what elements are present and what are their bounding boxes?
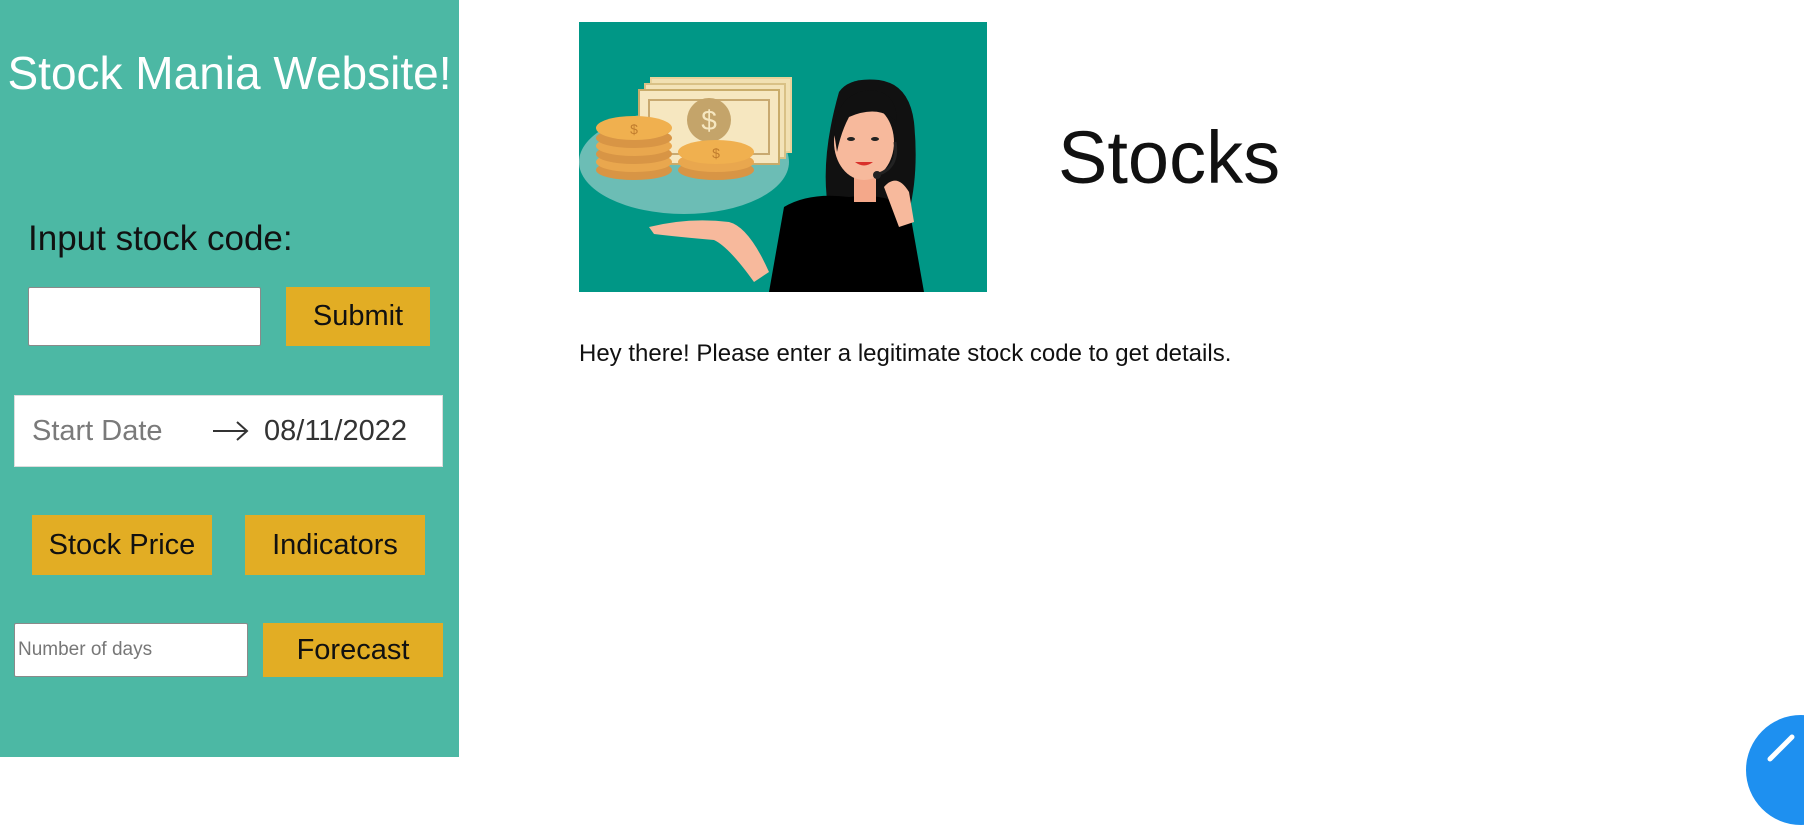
end-date-input[interactable]: 08/11/2022	[264, 396, 407, 466]
sidebar: Stock Mania Website! Input stock code: S…	[0, 0, 459, 757]
stock-code-label: Input stock code:	[28, 219, 293, 258]
svg-text:$: $	[712, 145, 720, 161]
arrow-right-icon	[213, 421, 249, 441]
svg-text:$: $	[701, 105, 717, 136]
customer-service-illustration: $ $ $	[579, 77, 924, 292]
date-range-picker[interactable]: Start Date 08/11/2022	[14, 395, 443, 467]
number-of-days-input[interactable]	[14, 623, 248, 677]
submit-button[interactable]: Submit	[286, 287, 430, 346]
start-date-input[interactable]: Start Date	[32, 396, 197, 466]
forecast-button[interactable]: Forecast	[263, 623, 443, 677]
stock-price-button[interactable]: Stock Price	[32, 515, 212, 575]
status-message: Hey there! Please enter a legitimate sto…	[579, 340, 1232, 367]
svg-text:$: $	[630, 121, 638, 137]
edit-fab-button[interactable]	[1746, 715, 1804, 825]
page-heading: Stocks	[1058, 116, 1281, 199]
hero-image: $ $ $	[579, 22, 987, 292]
indicators-button[interactable]: Indicators	[245, 515, 425, 575]
edit-pencil-icon	[1767, 734, 1795, 762]
app-title: Stock Mania Website!	[7, 47, 452, 99]
stock-code-input[interactable]	[28, 287, 261, 346]
